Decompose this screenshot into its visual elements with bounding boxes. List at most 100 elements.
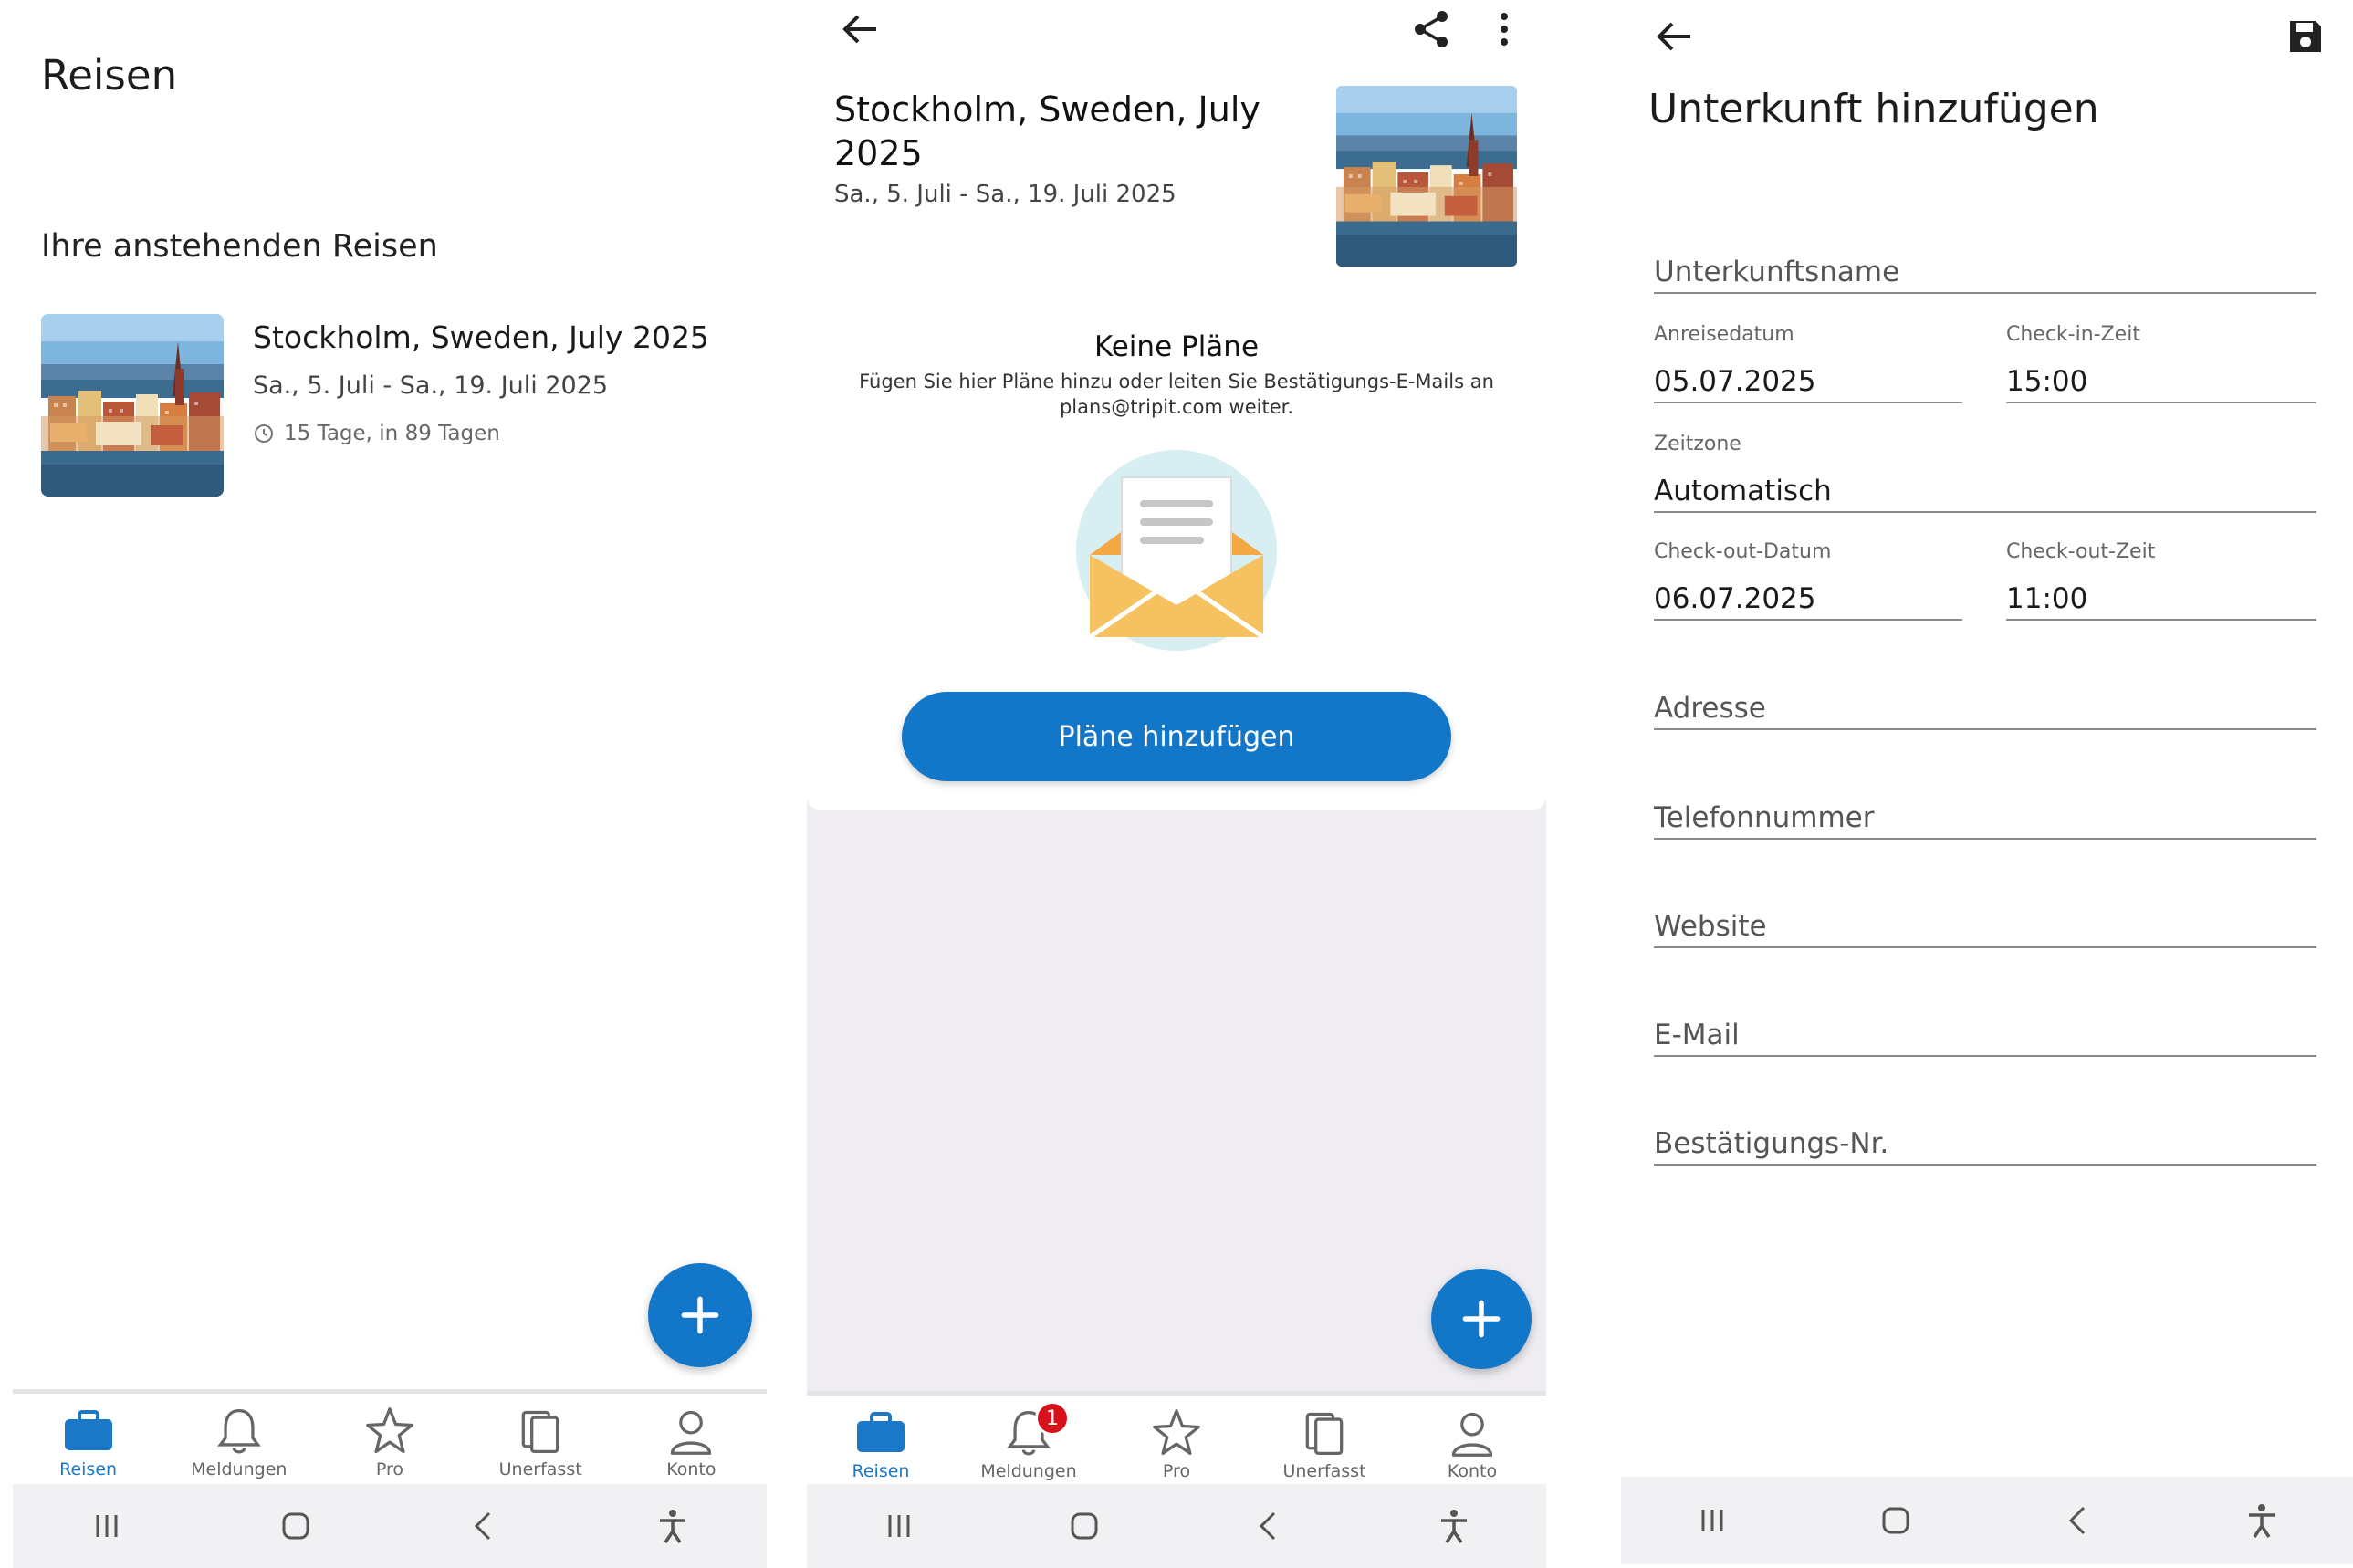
system-back-icon <box>465 1508 502 1544</box>
page-title: Unterkunft hinzufügen <box>1648 86 2099 132</box>
back-button[interactable] <box>1648 11 1699 62</box>
recents-button[interactable] <box>872 1499 926 1553</box>
system-back-icon <box>1250 1508 1287 1544</box>
system-nav-bar <box>807 1484 1546 1568</box>
nav-label: Pro <box>1162 1461 1191 1481</box>
briefcase-icon <box>853 1410 908 1456</box>
system-back-button[interactable] <box>456 1499 511 1553</box>
nav-unerfasst[interactable]: Unerfasst <box>1256 1406 1393 1481</box>
nav-label: Reisen <box>59 1459 118 1479</box>
nav-label: Unerfasst <box>1282 1461 1366 1481</box>
trip-title: Stockholm, Sweden, July 2025 <box>834 89 1260 173</box>
back-arrow-icon <box>1657 22 1690 51</box>
nav-konto[interactable]: Konto <box>622 1405 759 1479</box>
nav-label: Pro <box>375 1459 404 1479</box>
email-field[interactable]: E-Mail <box>1654 1004 2316 1057</box>
share-icon <box>1415 11 1448 47</box>
star-icon <box>1151 1407 1202 1458</box>
website-field[interactable]: Website <box>1654 895 2316 948</box>
empty-state-title: Keine Pläne <box>1093 330 1260 363</box>
share-button[interactable] <box>1406 4 1457 55</box>
notification-badge: 1 <box>1035 1401 1070 1436</box>
home-button[interactable] <box>1868 1493 1923 1548</box>
recents-icon <box>89 1508 125 1544</box>
add-plans-button[interactable]: Pläne hinzufügen <box>902 692 1451 781</box>
home-icon <box>1066 1508 1103 1544</box>
recents-button[interactable] <box>1685 1493 1740 1548</box>
nav-meldungen[interactable]: 1 Meldungen <box>960 1401 1097 1481</box>
timezone-field[interactable]: Automatisch <box>1654 462 2316 513</box>
save-icon <box>2290 21 2321 52</box>
lodging-name-placeholder: Unterkunftsname <box>1654 256 1900 288</box>
nav-label: Meldungen <box>980 1461 1077 1481</box>
confirmation-number-field[interactable]: Bestätigungs-Nr. <box>1654 1113 2316 1166</box>
checkout-time-label: Check-out-Zeit <box>2006 540 2156 563</box>
home-icon <box>277 1508 314 1544</box>
person-icon <box>1447 1407 1498 1458</box>
accessibility-button[interactable] <box>2234 1493 2289 1548</box>
trip-duration: 15 Tage, in 89 Tagen <box>284 422 500 445</box>
save-button[interactable] <box>2280 11 2331 62</box>
more-vert-icon <box>1501 13 1508 46</box>
nav-pro[interactable]: Pro <box>1108 1406 1245 1481</box>
system-back-button[interactable] <box>1241 1499 1296 1553</box>
confirmation-number-placeholder: Bestätigungs-Nr. <box>1654 1127 1889 1160</box>
checkout-date-label: Check-out-Datum <box>1654 540 1832 563</box>
nav-meldungen[interactable]: Meldungen <box>171 1405 308 1479</box>
checkin-date-value: 05.07.2025 <box>1654 365 1816 398</box>
trip-photo[interactable] <box>1336 86 1517 267</box>
star-icon <box>364 1406 415 1457</box>
checkout-date-field[interactable]: 06.07.2025 <box>1654 570 1962 621</box>
add-trip-button[interactable] <box>648 1263 752 1367</box>
accessibility-icon <box>1436 1508 1472 1544</box>
briefcase-icon <box>61 1408 116 1454</box>
trip-dates: Sa., 5. Juli - Sa., 19. Juli 2025 <box>834 181 1176 208</box>
home-icon <box>1877 1502 1914 1539</box>
bell-icon <box>214 1406 265 1457</box>
empty-state-text: Fügen Sie hier Pläne hinzu oder leiten S… <box>859 371 1494 418</box>
nav-unerfasst[interactable]: Unerfasst <box>472 1405 609 1479</box>
nav-reisen[interactable]: Reisen <box>20 1405 157 1479</box>
add-plan-fab[interactable] <box>1431 1269 1532 1369</box>
lodging-name-field[interactable]: Unterkunftsname <box>1654 239 2316 294</box>
system-nav-bar <box>13 1484 767 1568</box>
back-button[interactable] <box>834 4 885 55</box>
nav-label: Konto <box>1447 1461 1498 1481</box>
home-button[interactable] <box>268 1499 323 1553</box>
checkin-time-field[interactable]: 15:00 <box>2006 352 2316 403</box>
empty-plans-card: Keine Pläne Fügen Sie hier Pläne hinzu o… <box>807 290 1546 810</box>
nav-reisen[interactable]: Reisen <box>812 1406 949 1481</box>
address-placeholder: Adresse <box>1654 692 1766 725</box>
trip-card[interactable]: Stockholm, Sweden, July 2025 Sa., 5. Jul… <box>41 314 748 497</box>
documents-icon <box>515 1406 566 1457</box>
plus-icon <box>1461 1299 1501 1339</box>
checkout-time-field[interactable]: 11:00 <box>2006 570 2316 621</box>
checkout-time-value: 11:00 <box>2006 582 2088 615</box>
recents-button[interactable] <box>79 1499 134 1553</box>
nav-pro[interactable]: Pro <box>321 1405 458 1479</box>
accessibility-icon <box>2243 1502 2280 1539</box>
plus-icon <box>680 1295 720 1335</box>
recents-icon <box>1694 1502 1731 1539</box>
accessibility-icon <box>654 1508 691 1544</box>
checkin-time-value: 15:00 <box>2006 365 2088 398</box>
address-field[interactable]: Adresse <box>1654 677 2316 730</box>
system-back-button[interactable] <box>2051 1493 2106 1548</box>
trip-thumbnail <box>41 314 224 497</box>
home-button[interactable] <box>1057 1499 1112 1553</box>
trips-screen: Reisen Ihre anstehenden Reisen Stockholm… <box>13 0 767 1568</box>
timezone-label: Zeitzone <box>1654 433 1741 455</box>
accessibility-button[interactable] <box>645 1499 700 1553</box>
checkin-date-label: Anreisedatum <box>1654 323 1794 346</box>
bottom-nav: Reisen 1 Meldungen Pro Unerfasst Konto <box>807 1391 1546 1486</box>
person-icon <box>665 1406 716 1457</box>
nav-label: Meldungen <box>191 1459 288 1479</box>
envelope-icon <box>1076 450 1277 651</box>
more-options-button[interactable] <box>1479 4 1530 55</box>
checkin-date-field[interactable]: 05.07.2025 <box>1654 352 1962 403</box>
phone-field[interactable]: Telefonnummer <box>1654 787 2316 840</box>
nav-konto[interactable]: Konto <box>1404 1406 1541 1481</box>
accessibility-button[interactable] <box>1427 1499 1481 1553</box>
nav-label: Unerfasst <box>498 1459 582 1479</box>
checkin-time-label: Check-in-Zeit <box>2006 323 2140 346</box>
